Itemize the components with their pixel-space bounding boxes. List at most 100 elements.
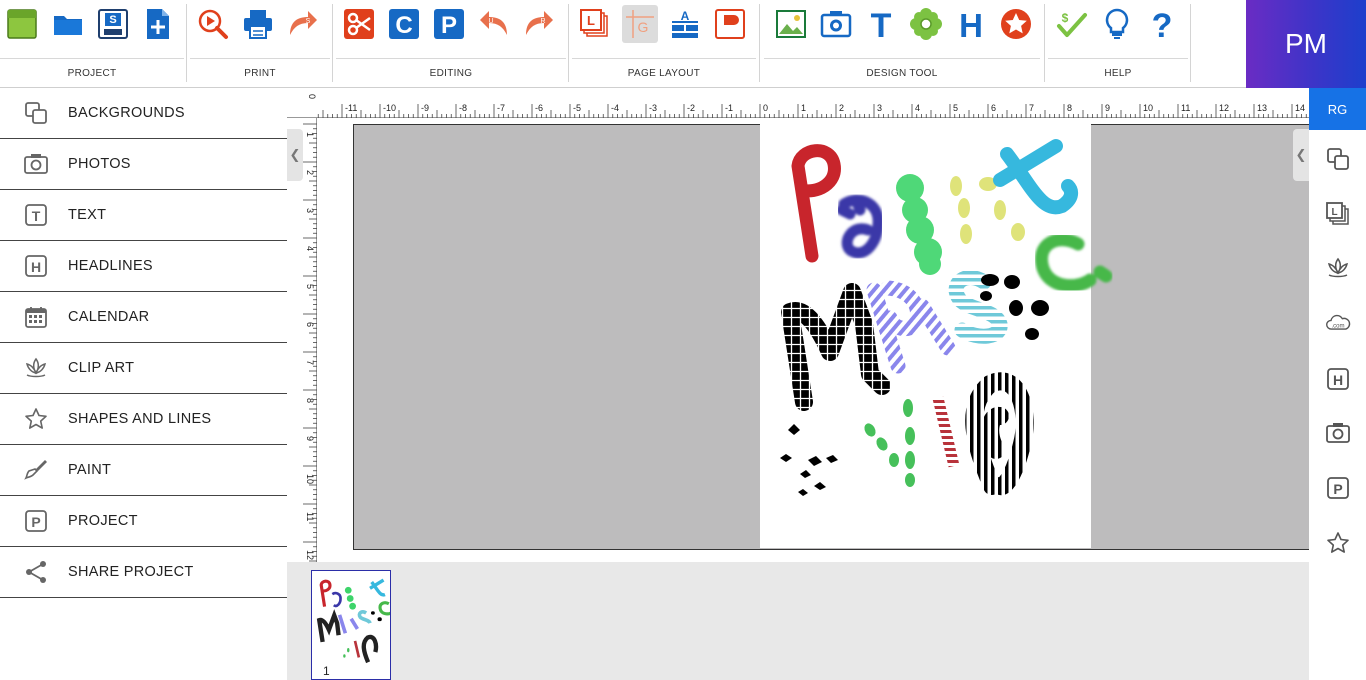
copy-icon[interactable]: C — [386, 5, 422, 43]
flower-clipart-icon[interactable] — [908, 5, 944, 43]
sidebar-item-label: TEXT — [68, 207, 107, 223]
backgrounds-icon — [0, 88, 68, 139]
zoom-out-button[interactable]: − — [325, 538, 340, 564]
save-project-icon[interactable]: S — [95, 5, 131, 43]
text-letter: T — [32, 208, 41, 224]
sidebar-item-calendar[interactable]: CALENDAR — [0, 292, 287, 343]
headline-letter: H — [959, 7, 983, 41]
guides-letter: G — [638, 19, 649, 35]
background-icon[interactable] — [4, 5, 40, 43]
horizontal-ruler: 0 -11 -10 -9 -8 -7 -6 -5 -4 -3 -2 -1 0 1 2 3 4 5 6 7 8 9 10 11 1… — [287, 88, 1309, 118]
ruler-label: 9 — [1105, 103, 1110, 113]
dotcom-cloud-icon[interactable]: .com — [1324, 309, 1352, 337]
ruler-label: 3 — [305, 208, 315, 213]
toolbar-separator — [332, 4, 333, 82]
undo-icon[interactable]: U — [476, 5, 512, 43]
ruler-label: 6 — [991, 103, 996, 113]
help-icon[interactable]: ? — [1144, 5, 1180, 43]
ruler-label: 0 — [763, 103, 768, 113]
photos-icon — [0, 139, 68, 190]
ruler-label: 0 — [307, 94, 317, 99]
sidebar-item-share-project[interactable]: SHARE PROJECT — [0, 547, 287, 598]
ruler-label: 14 — [1295, 103, 1305, 113]
image-icon[interactable] — [773, 5, 809, 43]
sidebar-item-paint[interactable]: PAINT — [0, 445, 287, 496]
headline-letter: H — [1333, 372, 1343, 388]
layers-icon[interactable]: L — [577, 5, 613, 43]
page-thumbnail[interactable]: 1 — [311, 570, 391, 680]
spell-check-icon[interactable]: $ — [1054, 5, 1090, 43]
ruler-label: 7 — [305, 360, 315, 365]
print-preview-icon[interactable] — [195, 5, 231, 43]
grid-guides-icon[interactable]: G — [622, 5, 658, 43]
layers-icon[interactable]: L — [1324, 200, 1352, 228]
painted-artwork[interactable] — [760, 124, 1120, 548]
camera-icon[interactable] — [818, 5, 854, 43]
sidebar-item-label: SHAPES AND LINES — [68, 411, 212, 427]
redo-icon[interactable]: R — [521, 5, 557, 43]
toolbar-separator — [568, 4, 569, 82]
collapse-right-panel-button[interactable]: ❮ — [1293, 129, 1309, 181]
sidebar-item-label: PROJECT — [68, 513, 138, 529]
printer-icon[interactable] — [240, 5, 276, 43]
svg-text:?: ? — [1152, 7, 1173, 41]
tips-icon[interactable] — [1099, 5, 1135, 43]
paste-icon[interactable]: P — [431, 5, 467, 43]
toolbar-group-print: S PRINT — [190, 0, 330, 88]
toolbar-separator — [186, 4, 187, 82]
toolbar-group-help: $ ? HELP — [1048, 0, 1188, 88]
star-icon[interactable] — [1324, 529, 1352, 557]
backgrounds-icon[interactable] — [1324, 145, 1352, 173]
ruler-label: 11 — [1181, 103, 1190, 113]
ruler-label: 5 — [953, 103, 958, 113]
ruler-label: 7 — [1029, 103, 1034, 113]
sidebar-item-photos[interactable]: PHOTOS — [0, 139, 287, 190]
ruler-label: -10 — [383, 103, 396, 113]
clipart-icon[interactable] — [1324, 254, 1352, 282]
ruler-label: 5 — [305, 284, 315, 289]
camera-icon[interactable] — [1324, 419, 1352, 447]
paint-brush-icon — [0, 445, 68, 496]
project-icon[interactable]: P — [1324, 474, 1352, 502]
ruler-label: -2 — [687, 103, 695, 113]
undo-letter: U — [488, 18, 493, 25]
text-tool-icon[interactable]: T — [863, 5, 899, 43]
sidebar-item-shapes-and-lines[interactable]: SHAPES AND LINES — [0, 394, 287, 445]
ruler-label: 1 — [305, 132, 315, 137]
toolbar-group-label: PAGE LAYOUT — [572, 58, 756, 88]
vertical-ruler-ticks: 123456789101112 — [303, 123, 317, 562]
headline-icon[interactable]: H — [1324, 365, 1352, 393]
ruler-label: 6 — [305, 322, 315, 327]
user-avatar-badge[interactable]: PM — [1246, 0, 1366, 88]
align-letter: A — [681, 9, 690, 23]
align-icon[interactable]: A — [667, 5, 703, 43]
open-folder-icon[interactable] — [50, 5, 86, 43]
headline-tool-icon[interactable]: H — [953, 5, 989, 43]
ruler-label: -9 — [421, 103, 429, 113]
calendar-icon — [0, 292, 68, 343]
svg-text:$: $ — [1062, 11, 1069, 25]
chevron-left-icon: ❮ — [289, 147, 301, 162]
design-page[interactable] — [760, 124, 1113, 548]
sidebar-item-clip-art[interactable]: CLIP ART — [0, 343, 287, 394]
headlines-icon: H — [0, 241, 68, 292]
share-export-icon[interactable]: S — [285, 5, 321, 43]
ruler-label: -8 — [459, 103, 467, 113]
right-tool-rail: RG L .com H P — [1309, 88, 1366, 680]
collapse-left-panel-button[interactable]: ❮ — [287, 129, 303, 181]
toolbar-separator — [759, 4, 760, 82]
layers-letter: L — [1331, 207, 1337, 218]
sidebar-item-text[interactable]: T TEXT — [0, 190, 287, 241]
sidebar-item-project[interactable]: P PROJECT — [0, 496, 287, 547]
star-shape-icon[interactable] — [998, 5, 1034, 43]
cut-icon[interactable] — [341, 5, 377, 43]
rg-tab[interactable]: RG — [1309, 88, 1366, 130]
page-setup-icon[interactable] — [712, 5, 748, 43]
project-letter: P — [1333, 481, 1342, 497]
share-letter: S — [306, 18, 311, 25]
sidebar-item-headlines[interactable]: H HEADLINES — [0, 241, 287, 292]
ruler-label: 13 — [1257, 103, 1267, 113]
ruler-label: 4 — [305, 246, 315, 251]
sidebar-item-backgrounds[interactable]: BACKGROUNDS — [0, 88, 287, 139]
new-page-icon[interactable] — [140, 5, 176, 43]
